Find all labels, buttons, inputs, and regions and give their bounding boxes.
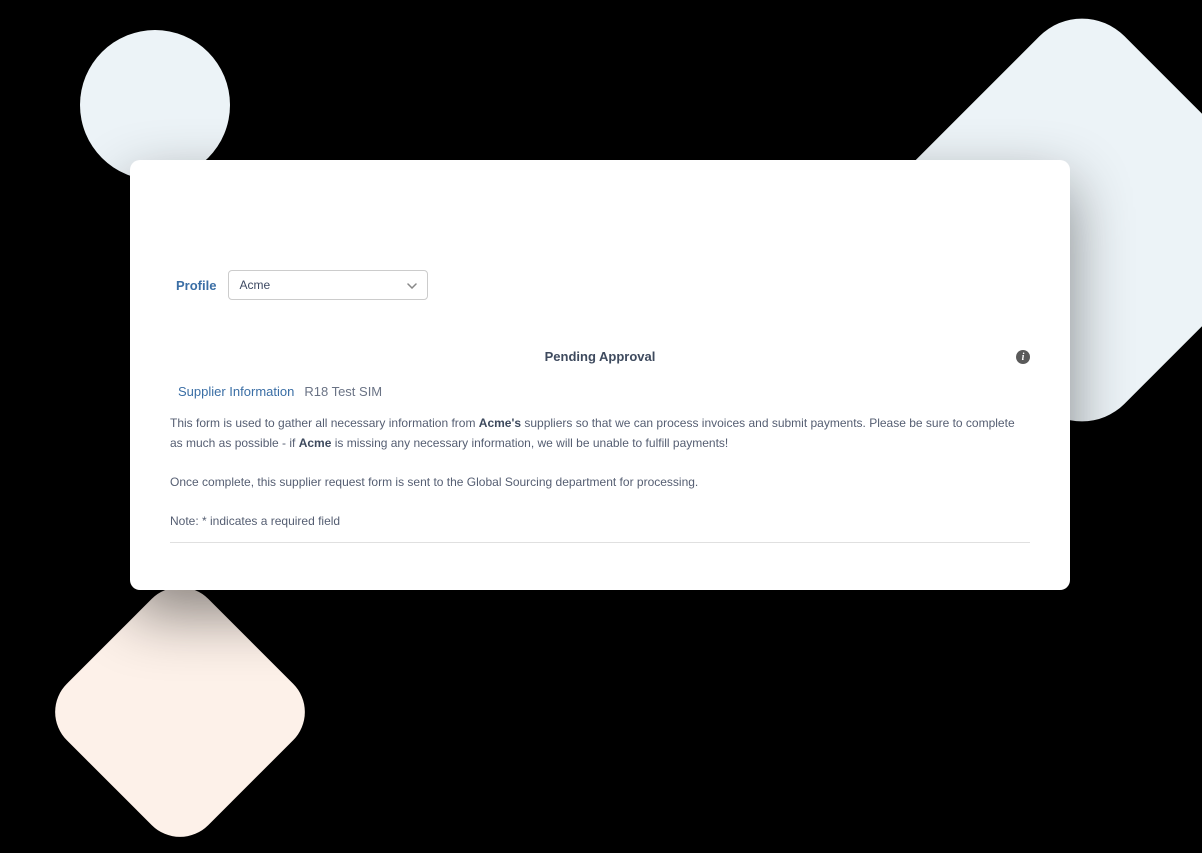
supplier-name: R18 Test SIM (304, 384, 382, 399)
chevron-down-icon (407, 278, 417, 292)
description-text: is missing any necessary information, we… (335, 436, 729, 450)
supplier-row: Supplier Information R18 Test SIM (178, 384, 1030, 399)
status-text: Pending Approval (545, 349, 656, 364)
description-company-bold: Acme's (479, 416, 521, 430)
decorative-diamond-peach (39, 571, 322, 853)
main-card: Profile Acme Pending Approval i Supplier… (130, 160, 1070, 590)
decorative-circle (80, 30, 230, 180)
profile-label: Profile (176, 278, 216, 293)
status-row: Pending Approval i (170, 348, 1030, 366)
description-paragraph-2: Once complete, this supplier request for… (170, 472, 1030, 492)
info-icon[interactable]: i (1016, 350, 1030, 364)
description-company-bold: Acme (299, 436, 332, 450)
required-field-note: Note: * indicates a required field (170, 514, 1030, 543)
profile-selected-value: Acme (239, 278, 270, 292)
supplier-information-link[interactable]: Supplier Information (178, 384, 294, 399)
profile-row: Profile Acme (176, 270, 1030, 300)
form-description: This form is used to gather all necessar… (170, 413, 1030, 492)
description-text: This form is used to gather all necessar… (170, 416, 479, 430)
profile-select[interactable]: Acme (228, 270, 428, 300)
description-paragraph-1: This form is used to gather all necessar… (170, 413, 1030, 454)
